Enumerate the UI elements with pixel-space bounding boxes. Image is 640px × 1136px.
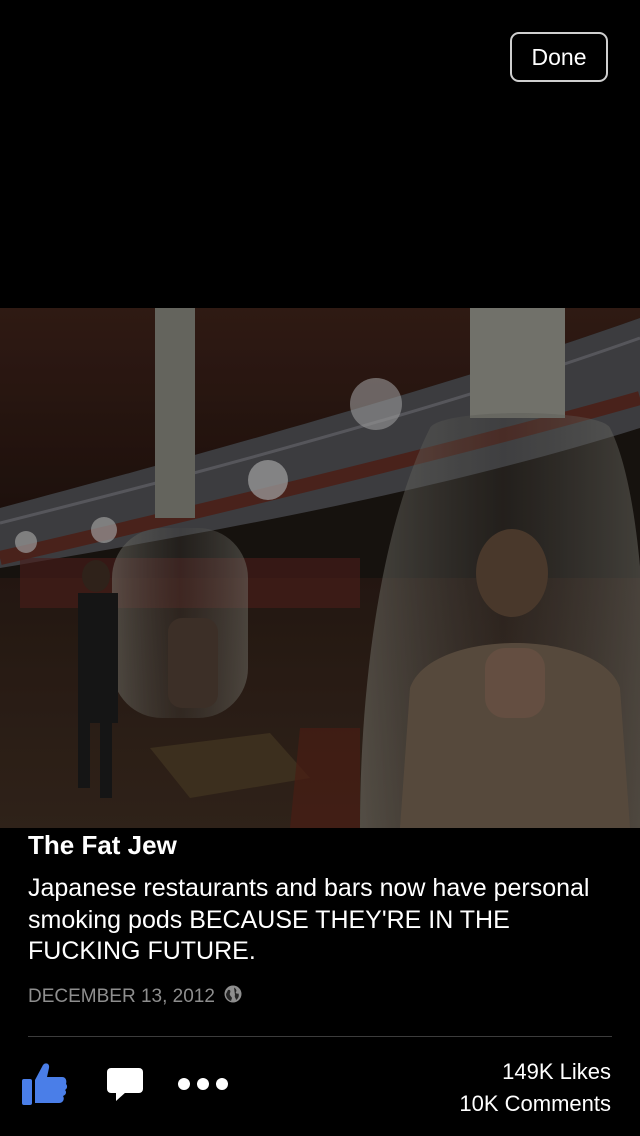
likes-count[interactable]: 149K Likes [459,1056,611,1088]
comment-button[interactable] [106,1066,144,1107]
post-meta: DECEMBER 13, 2012 [28,984,243,1010]
globe-icon [223,984,243,1010]
more-button[interactable] [178,1077,228,1096]
post-caption: Japanese restaurants and bars now have p… [28,874,590,965]
like-button[interactable] [20,1061,68,1112]
post-author[interactable]: The Fat Jew [28,830,177,861]
speech-bubble-icon [106,1066,144,1107]
post-stats: 149K Likes 10K Comments [459,1056,611,1120]
post-photo[interactable] [0,308,640,828]
thumbs-up-icon [20,1061,68,1112]
done-button[interactable]: Done [510,32,608,82]
comments-count[interactable]: 10K Comments [459,1088,611,1120]
action-bar [20,1060,228,1112]
ellipsis-icon [178,1077,228,1096]
divider [28,1036,612,1037]
post-date: DECEMBER 13, 2012 [28,986,215,1007]
